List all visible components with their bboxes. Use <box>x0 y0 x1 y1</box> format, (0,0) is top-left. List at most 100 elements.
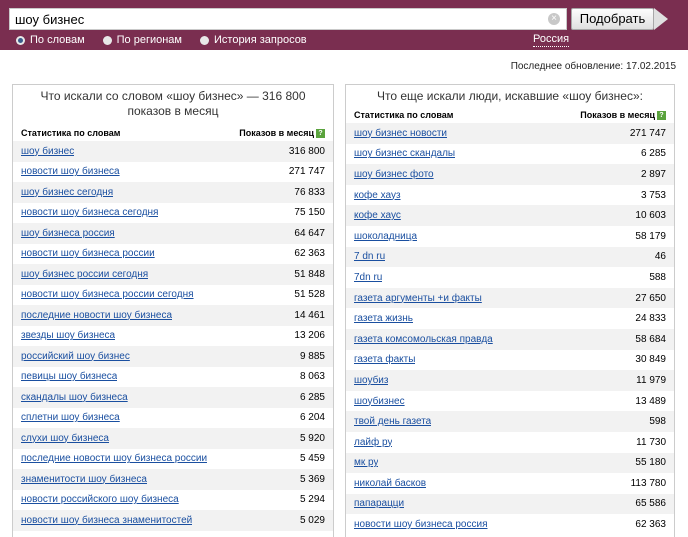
impressions-count: 58 684 <box>635 333 666 345</box>
impressions-count: 46 <box>654 251 666 263</box>
keyword-link[interactable]: слухи шоу бизнеса <box>21 433 109 444</box>
submit-arrow-decoration <box>654 8 668 30</box>
keyword-link[interactable]: новости шоу бизнеса россии <box>21 248 155 259</box>
table-row: папарацци 65 586 <box>346 493 674 515</box>
radio-label: История запросов <box>214 34 307 46</box>
help-icon[interactable]: ? <box>316 129 325 139</box>
table-row: российский шоу бизнес 9 885 <box>13 346 333 367</box>
radio-label: По словам <box>30 34 85 46</box>
keyword-link[interactable]: газета жизнь <box>354 313 413 324</box>
search-box: × <box>9 8 567 30</box>
table-row: сплетни шоу бизнеса 6 204 <box>13 407 333 428</box>
keyword-link[interactable]: шоу бизнес фото <box>354 169 434 180</box>
keyword-link[interactable]: скандалы шоу бизнеса <box>21 392 128 403</box>
keyword-link[interactable]: сплетни шоу бизнеса <box>21 412 120 423</box>
impressions-count: 6 285 <box>640 148 666 160</box>
column-count-label: Показов в месяц <box>580 109 655 120</box>
table-row: николай басков 113 780 <box>346 473 674 494</box>
table-row: лайф ру 11 730 <box>346 431 674 453</box>
keyword-link[interactable]: звезды шоу бизнеса <box>21 330 115 341</box>
impressions-count: 271 747 <box>288 166 325 178</box>
table-row: новости шоу бизнеса россии 62 363 <box>13 243 333 264</box>
impressions-count: 588 <box>649 271 666 283</box>
keyword-link[interactable]: новости российского шоу бизнеса <box>21 494 179 505</box>
keyword-link[interactable]: новости шоу бизнеса сегодня <box>21 207 158 218</box>
impressions-count: 13 489 <box>635 395 666 407</box>
region-selector-link[interactable]: Россия <box>533 33 570 47</box>
keyword-link[interactable]: шоу бизнес новости <box>354 128 447 139</box>
table-row: новости шоу бизнеса россия 62 363 <box>346 514 674 535</box>
keyword-link[interactable]: новости шоу бизнеса россия <box>354 519 488 530</box>
impressions-count: 65 586 <box>635 498 666 510</box>
keyword-link[interactable]: николай басков <box>354 478 426 489</box>
impressions-count: 5 294 <box>299 494 325 506</box>
radio-icon <box>200 35 209 45</box>
radio-by-regions[interactable]: По регионам <box>102 34 182 46</box>
keyword-link[interactable]: шоубизнес <box>354 396 405 407</box>
keyword-link[interactable]: кофе хауз <box>354 190 401 201</box>
impressions-count: 9 885 <box>299 350 325 362</box>
keyword-link[interactable]: шоу бизнес россии сегодня <box>21 269 148 280</box>
keyword-link[interactable]: папарацци <box>354 498 404 509</box>
radio-by-words[interactable]: По словам <box>16 34 85 46</box>
keyword-link[interactable]: шоу бизнеса россия <box>21 228 115 239</box>
keyword-link[interactable]: шоколадница <box>354 231 417 242</box>
table-row: последние новости шоу бизнеса россии 5 45… <box>13 448 333 469</box>
table-row: 7dn ru 588 <box>346 267 674 288</box>
table-row: мк ру 55 180 <box>346 452 674 474</box>
radio-label: По регионам <box>116 34 182 46</box>
clear-icon[interactable]: × <box>548 13 560 25</box>
impressions-count: 14 461 <box>294 309 325 321</box>
column-headers: Статистика по словам Показов в месяц? <box>346 107 674 123</box>
keyword-link[interactable]: знаменитости шоу бизнеса <box>21 474 147 485</box>
impressions-count: 5 459 <box>299 453 325 465</box>
impressions-count: 58 179 <box>635 230 666 242</box>
impressions-count: 5 029 <box>299 514 325 526</box>
keyword-link[interactable]: шоу бизнес сегодня <box>21 187 113 198</box>
keyword-stats-panel: Что искали со словом «шоу бизнес» — 316 … <box>12 84 334 537</box>
related-queries-panel: Что еще искали люди, искавшие «шоу бизне… <box>345 84 675 537</box>
table-row: кофе хаус 10 603 <box>346 205 674 226</box>
keyword-link[interactable]: российский шоу бизнес <box>21 351 130 362</box>
keyword-link[interactable]: новости шоу бизнеса знаменитостей <box>21 515 192 526</box>
keyword-link[interactable]: твой день газета <box>354 416 431 427</box>
table-row: шоу бизнес 316 800 <box>13 141 333 162</box>
table-row: последние новости шоу бизнеса 14 461 <box>13 305 333 326</box>
keyword-link[interactable]: последние новости шоу бизнеса <box>21 310 172 321</box>
table-row: знаменитости шоу бизнеса 5 369 <box>13 469 333 490</box>
impressions-count: 13 206 <box>294 330 325 342</box>
table-row: шоу бизнес фото 2 897 <box>346 164 674 185</box>
impressions-count: 51 848 <box>294 268 325 280</box>
keyword-link[interactable]: шоу бизнес <box>21 146 74 157</box>
search-input[interactable] <box>10 9 540 29</box>
impressions-count: 11 730 <box>636 436 666 448</box>
keyword-link[interactable]: новости шоу бизнеса <box>21 166 120 177</box>
table-row: газета комсомольская правда 58 684 <box>346 328 674 350</box>
keyword-link[interactable]: 7dn ru <box>354 272 382 283</box>
keyword-link[interactable]: последние новости шоу бизнеса россии <box>21 453 207 464</box>
keyword-link[interactable]: певицы шоу бизнеса <box>21 371 117 382</box>
impressions-count: 5 920 <box>299 432 325 444</box>
help-icon[interactable]: ? <box>657 111 666 121</box>
keyword-link[interactable]: 7 dn ru <box>354 251 385 262</box>
table-row: шоу бизнес скандалы 6 285 <box>346 143 674 165</box>
table-row: шоу бизнес россии сегодня 51 848 <box>13 264 333 285</box>
impressions-count: 3 753 <box>640 189 666 201</box>
submit-button[interactable]: Подобрать <box>571 8 654 30</box>
impressions-count: 64 647 <box>294 227 325 239</box>
impressions-count: 11 979 <box>636 374 666 386</box>
keyword-link[interactable]: газета аргументы +и факты <box>354 293 482 304</box>
impressions-count: 271 747 <box>629 127 666 139</box>
keyword-link[interactable]: газета комсомольская правда <box>354 334 493 345</box>
keyword-link[interactable]: мк ру <box>354 457 378 468</box>
keyword-link[interactable]: шоубиз <box>354 375 388 386</box>
keyword-link[interactable]: новости шоу бизнеса россии сегодня <box>21 289 194 300</box>
keyword-link[interactable]: газета факты <box>354 354 415 365</box>
related-list: шоу бизнес новости 271 747 шоу бизнес скан… <box>346 123 674 535</box>
radio-history[interactable]: История запросов <box>200 34 307 46</box>
keyword-link[interactable]: кофе хаус <box>354 210 401 221</box>
keyword-link[interactable]: шоу бизнес скандалы <box>354 148 455 159</box>
table-row: новости шоу бизнеса сегодня 75 150 <box>13 202 333 223</box>
keyword-link[interactable]: лайф ру <box>354 437 392 448</box>
table-row: газета факты 30 849 <box>346 349 674 371</box>
